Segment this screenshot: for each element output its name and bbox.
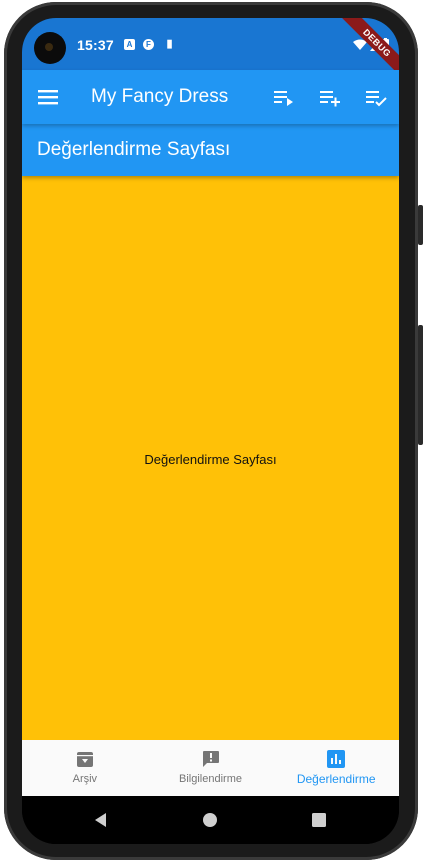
front-camera [34,32,66,64]
recents-icon[interactable] [310,811,328,829]
status-time: 15:37 [77,37,114,53]
page-title: Değerlendirme Sayfası [37,139,231,160]
playlist-add-icon[interactable] [319,86,341,108]
nav-label-arsiv: Arşiv [72,773,98,785]
screen: 15:37 A F ▮ DEBUG My Fancy Dress Değerle… [22,18,399,844]
bottom-navigation: Arşiv Bilgilendirme Değerlendirme [22,740,399,796]
system-navigation-bar [22,796,399,844]
sim-card-icon: ▮ [166,38,173,50]
status-bar: 15:37 A F ▮ DEBUG [22,18,399,84]
home-icon[interactable] [201,811,219,829]
bar-chart-icon [327,750,346,768]
nav-label-degerlendirme: Değerlendirme [296,772,376,786]
playlist-play-icon[interactable] [273,86,295,108]
content-text: Değerlendirme Sayfası [144,452,277,467]
back-icon[interactable] [92,811,110,829]
archive-icon [76,752,93,767]
nav-item-bilgilendirme[interactable]: Bilgilendirme [148,740,274,796]
notification-icon-a: A [124,39,135,50]
playlist-add-check-icon[interactable] [365,86,387,108]
page-header: Değerlendirme Sayfası [22,124,399,176]
app-title: My Fancy Dress [91,86,229,107]
phone-device: 15:37 A F ▮ DEBUG My Fancy Dress Değerle… [0,0,423,862]
volume-button [418,205,423,245]
menu-icon[interactable] [38,87,58,107]
power-button [418,325,423,445]
nav-item-arsiv[interactable]: Arşiv [22,740,148,796]
app-bar: My Fancy Dress [22,70,399,124]
nav-label-bilgilendirme: Bilgilendirme [179,773,242,785]
content-area: Değerlendirme Sayfası [22,176,399,740]
nav-item-degerlendirme[interactable]: Değerlendirme [273,740,399,796]
feedback-icon [202,751,219,767]
notification-icon-f: F [143,39,154,50]
